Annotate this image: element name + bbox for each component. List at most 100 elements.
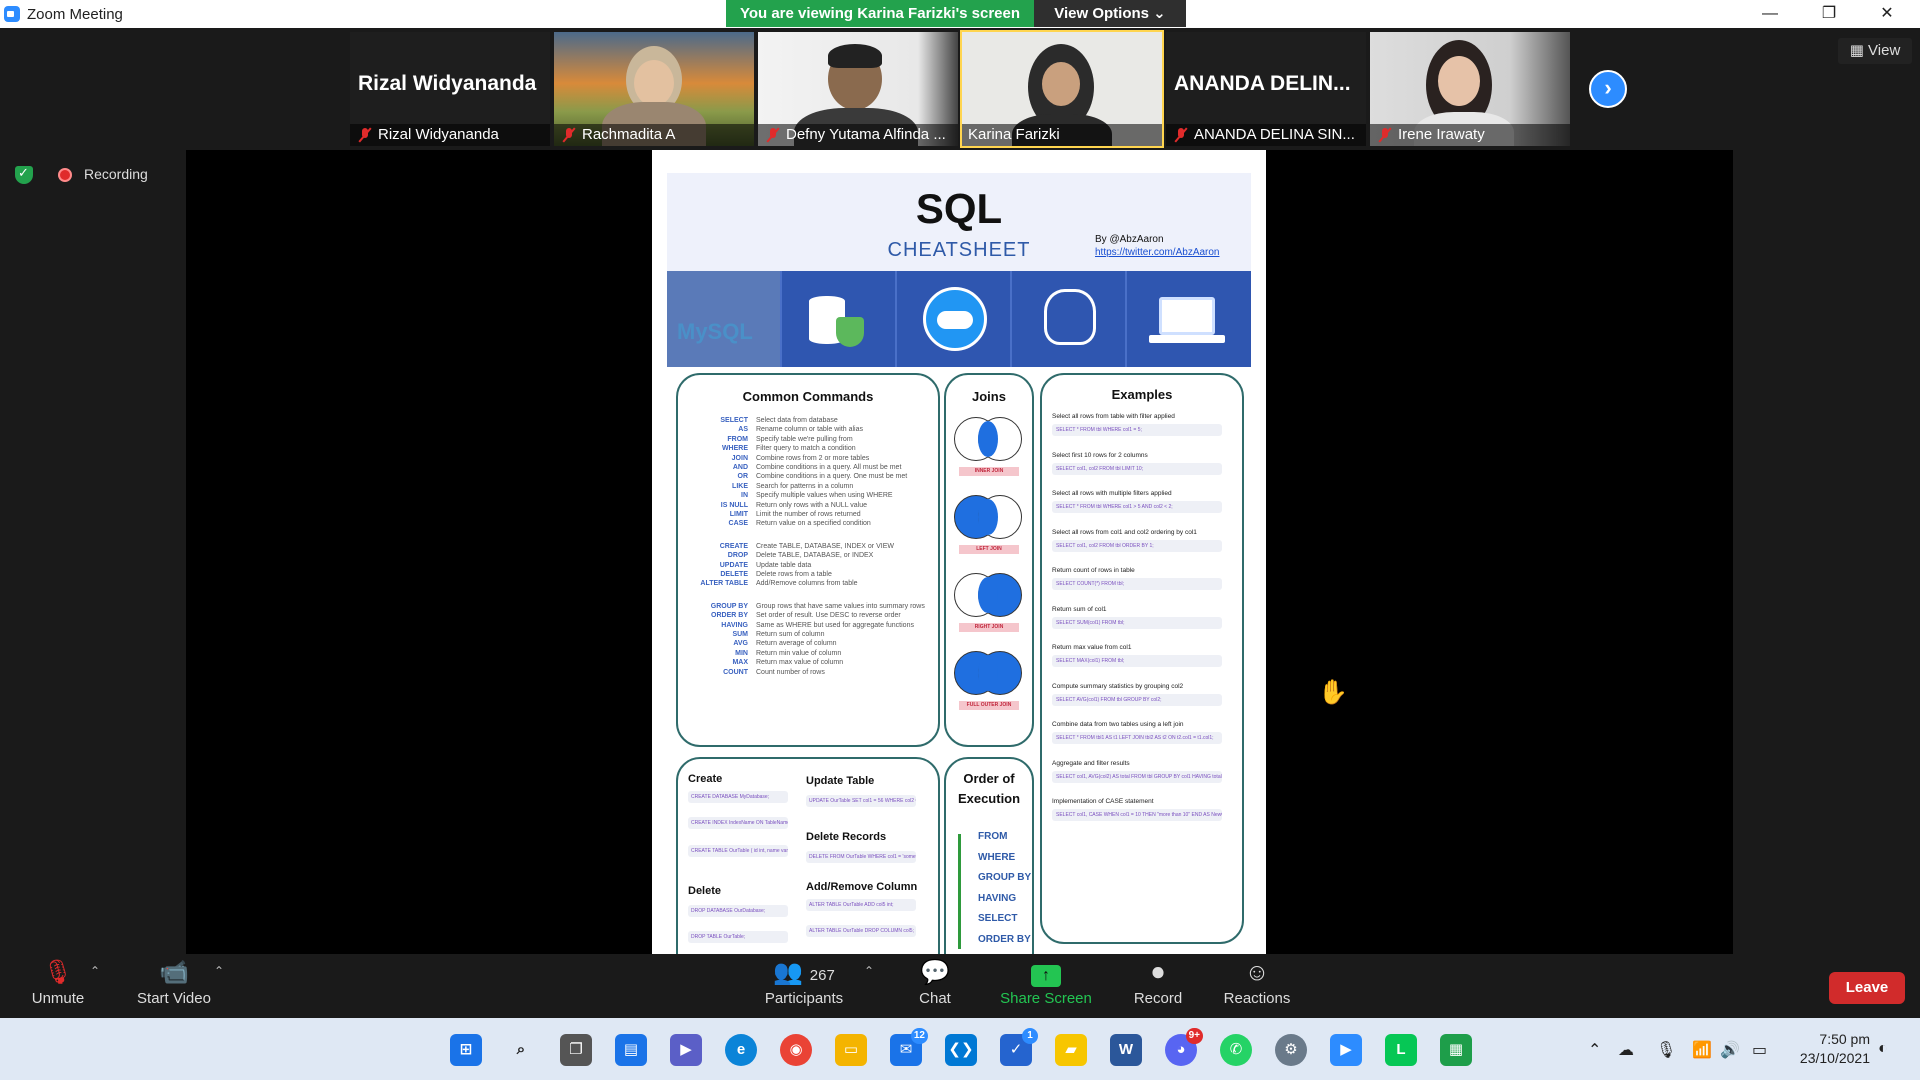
execution-step: GROUP BY <box>978 872 1032 883</box>
todo-icon[interactable]: ✓ 1 <box>1000 1028 1038 1066</box>
join-label: RIGHT JOIN <box>959 623 1019 632</box>
chat-button[interactable]: 💬 Chat <box>900 956 970 1018</box>
example-label: Aggregate and filter results <box>1052 759 1130 767</box>
join-label: INNER JOIN <box>959 467 1019 476</box>
microphone-icon[interactable]: 🎙 <box>1656 1040 1676 1060</box>
participant-tile-defny[interactable]: Defny Yutama Alfinda ... <box>758 32 958 146</box>
discord-badge: 9+ <box>1185 1028 1203 1044</box>
recording-dot-icon <box>58 168 72 182</box>
share-screen-button[interactable]: ↑ Share Screen <box>996 956 1096 1018</box>
example-code: SELECT col1, col2 FROM tbl LIMIT 10; <box>1052 462 1222 475</box>
command-description: Specify table we're pulling from <box>756 435 853 443</box>
example-label: Select all rows with multiple filters ap… <box>1052 490 1172 497</box>
volume-icon[interactable]: 🔊 <box>1720 1040 1740 1060</box>
command-description: Delete TABLE, DATABASE, or INDEX <box>756 552 874 560</box>
onedrive-cloud-icon[interactable]: ☁ <box>1618 1040 1634 1060</box>
audio-options-caret[interactable]: ⌃ <box>90 964 100 978</box>
sticky-notes-icon[interactable]: ▰ <box>1055 1034 1087 1066</box>
mic-muted-icon <box>1174 128 1188 142</box>
record-button[interactable]: ⏺ Record <box>1122 956 1194 1018</box>
participant-tile-ananda[interactable]: ANANDA DELIN... ANANDA DELINA SIN... <box>1166 32 1366 146</box>
close-button[interactable]: ✕ <box>1864 0 1910 28</box>
command-description: Return min value of column <box>756 649 842 657</box>
leave-button[interactable]: Leave <box>1829 972 1905 1004</box>
unmute-label: Unmute <box>31 990 85 1007</box>
mic-muted-icon <box>358 128 372 142</box>
battery-icon[interactable]: ▭ <box>1752 1040 1767 1060</box>
video-off-icon: 📹 <box>159 959 189 986</box>
discord-icon[interactable]: ◕ 9+ <box>1165 1028 1203 1066</box>
example-label: Return sum of col1 <box>1052 605 1107 613</box>
participant-tile-rachmadita[interactable]: Rachmadita A <box>554 32 754 146</box>
command-description: Return only rows with a NULL value <box>756 501 868 509</box>
participant-tile-karina[interactable]: Karina Farizki <box>960 30 1164 148</box>
security-shield-icon[interactable] <box>15 165 33 184</box>
command-description: Add/Remove columns from table <box>756 580 858 588</box>
command-row: CASE Return value on a specified conditio… <box>678 520 928 531</box>
unmute-button[interactable]: 🎙 Unmute <box>20 956 96 1018</box>
chevron-up-icon[interactable]: ⌃ <box>1588 1040 1601 1060</box>
taskbar-clock[interactable]: 7:50 pm 23/10/2021 <box>1790 1030 1870 1068</box>
command-description: Specify multiple values when using WHERE <box>756 492 893 500</box>
widgets-icon[interactable]: ▤ <box>615 1034 647 1066</box>
whatsapp-icon[interactable]: ✆ <box>1220 1034 1252 1066</box>
zoom-app-icon <box>4 6 20 22</box>
mail-badge: 12 <box>910 1028 928 1044</box>
participants-button[interactable]: 👥 267 Participants <box>756 956 852 1018</box>
view-button[interactable]: ▦ View <box>1838 38 1912 64</box>
meeting-toolbar: 🎙 Unmute ⌃ 📹 Start Video ⌃ 👥 267 Partici… <box>0 954 1920 1018</box>
cloud-upload-icon <box>897 271 1012 367</box>
file-explorer-icon[interactable]: ▭ <box>835 1034 867 1066</box>
reactions-button[interactable]: ☺ Reactions <box>1220 956 1294 1018</box>
participant-name-large: Rizal Widyananda <box>358 72 537 95</box>
order-of-execution-panel: Order of Execution FROM WHERE GROUP BY HAVI… <box>944 757 1034 954</box>
mysql-logo-icon: MySQL <box>667 271 782 367</box>
restore-button[interactable]: ❐ <box>1806 0 1852 28</box>
participant-tile-rizal[interactable]: Rizal Widyananda Rizal Widyananda <box>350 32 550 146</box>
example-code: SELECT AVG(col1) FROM tbl GROUP BY col2; <box>1052 693 1222 706</box>
settings-gear-icon[interactable]: ⚙ <box>1275 1034 1307 1066</box>
wifi-icon[interactable]: 📶 <box>1692 1040 1712 1060</box>
command-keyword: ALTER TABLE <box>700 580 748 588</box>
command-keyword: MAX <box>732 659 748 667</box>
command-description: Limit the number of rows returned <box>756 511 861 518</box>
laptop-icon <box>1127 271 1242 367</box>
todo-badge: 1 <box>1022 1028 1038 1044</box>
command-description: Group rows that have same values into su… <box>756 602 925 610</box>
clock-time: 7:50 pm <box>1819 1031 1870 1047</box>
start-video-button[interactable]: 📹 Start Video <box>126 956 222 1018</box>
search-icon[interactable]: ⌕ <box>505 1034 537 1066</box>
cheatsheet-author: By @AbzAaron <box>1095 234 1164 245</box>
participants-caret[interactable]: ⌃ <box>864 964 874 978</box>
minimize-button[interactable]: — <box>1747 0 1793 28</box>
example-label: Return count of rows in table <box>1052 567 1135 574</box>
view-options-button[interactable]: View Options ⌄ <box>1034 0 1186 27</box>
example-code: SELECT COUNT(*) FROM tbl; <box>1052 578 1222 590</box>
mail-icon[interactable]: ✉ 12 <box>890 1028 928 1066</box>
command-description: Return average of column <box>756 640 837 648</box>
execution-step: FROM <box>978 831 1008 842</box>
teams-chat-icon[interactable]: ▶ <box>670 1034 702 1066</box>
mic-muted-icon <box>562 128 576 142</box>
chrome-browser-icon[interactable]: ◉ <box>780 1034 812 1066</box>
participant-tile-irene[interactable]: Irene Irawaty <box>1370 32 1570 146</box>
word-icon[interactable]: W <box>1110 1034 1142 1066</box>
video-options-caret[interactable]: ⌃ <box>214 964 224 978</box>
line-app-icon[interactable]: L <box>1385 1034 1417 1066</box>
zoom-taskbar-icon[interactable]: ▶ <box>1330 1034 1362 1066</box>
participants-count: 267 <box>809 967 835 984</box>
example-label: Combine data from two tables using a lef… <box>1052 721 1184 728</box>
task-view-icon[interactable]: ❐ <box>560 1034 592 1066</box>
windows-taskbar: ⊞ ⌕ ❐ ▤ ▶ e ◉ ▭ ✉ 12 ❮❯ ✓ 1 ▰ W ◕ 9+ ✆ ⚙ ▶ … <box>0 1018 1920 1080</box>
notifications-icon[interactable]: ◐ <box>1878 1040 1888 1058</box>
vscode-icon[interactable]: ❮❯ <box>945 1034 977 1066</box>
execution-step: WHERE <box>978 851 1016 863</box>
venn-intersection <box>978 499 998 535</box>
example-label: Select first 10 rows for 2 columns <box>1052 451 1148 459</box>
windows-start-icon[interactable]: ⊞ <box>450 1034 482 1066</box>
chevron-right-icon[interactable]: › <box>1589 70 1627 108</box>
spreadsheet-app-icon[interactable]: ▦ <box>1440 1034 1472 1066</box>
command-description: Update table data <box>756 561 812 569</box>
examples-panel: Examples Select all rows from table with… <box>1040 373 1244 944</box>
edge-browser-icon[interactable]: e <box>725 1034 757 1066</box>
